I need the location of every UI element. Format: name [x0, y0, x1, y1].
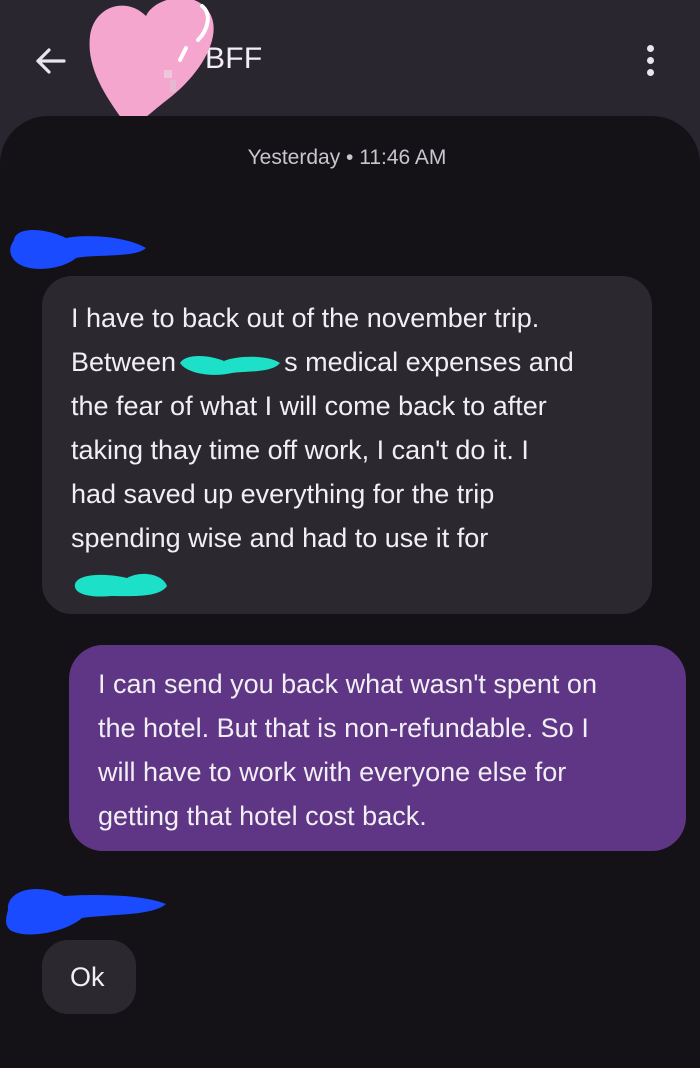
- message-text-fragment: s medical expenses and: [284, 347, 574, 377]
- redacted-sender-avatar: [10, 230, 147, 269]
- outgoing-message-bubble[interactable]: I can send you back what wasn't spent on…: [69, 645, 686, 851]
- redacted-word: [74, 573, 167, 597]
- message-text-line: [71, 560, 624, 600]
- message-text-line: taking thay time off work, I can't do it…: [71, 435, 529, 465]
- redacted-sender-avatar: [6, 888, 166, 935]
- message-text-line: Ok: [70, 962, 105, 992]
- message-text-line: spending wise and had to use it for: [71, 523, 489, 553]
- message-text-line: Between s medical expenses and: [71, 340, 624, 384]
- message-text-line: will have to work with everyone else for: [98, 757, 567, 787]
- more-options-button[interactable]: [628, 38, 672, 82]
- arrow-left-icon: [36, 48, 66, 74]
- redacted-name: [180, 355, 281, 375]
- more-vert-dot: [646, 68, 654, 76]
- message-text-line: I can send you back what wasn't spent on: [98, 669, 597, 699]
- messages-screen: BFF Yesterday • 11:46 AM I have to back …: [0, 0, 700, 1068]
- message-text-line: I have to back out of the november trip.: [71, 303, 540, 333]
- message-text-line: the fear of what I will come back to aft…: [71, 391, 547, 421]
- message-text-fragment: Between: [71, 347, 177, 377]
- incoming-message-bubble[interactable]: I have to back out of the november trip.…: [42, 276, 652, 614]
- message-text-line: getting that hotel cost back.: [98, 801, 427, 831]
- more-vert-dot: [646, 56, 654, 64]
- more-vert-icon: [646, 44, 654, 52]
- message-timestamp: Yesterday • 11:46 AM: [247, 146, 447, 169]
- heart-sticker-icon: [89, 0, 214, 130]
- incoming-message-bubble[interactable]: Ok: [42, 940, 136, 1014]
- message-text-line: the hotel. But that is non-refundable. S…: [98, 713, 589, 743]
- message-text-line: had saved up everything for the trip: [71, 479, 495, 509]
- back-button[interactable]: [28, 38, 74, 84]
